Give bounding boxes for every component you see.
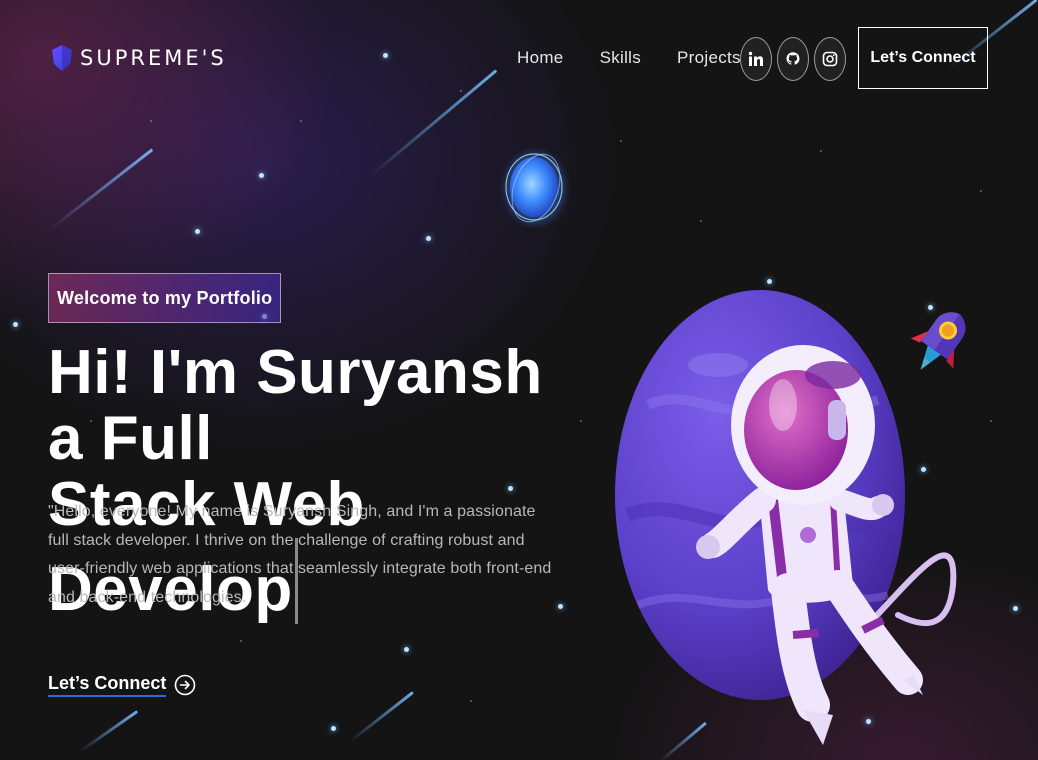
linkedin-icon bbox=[748, 51, 763, 66]
instagram-icon bbox=[822, 51, 838, 67]
tagline-badge: Welcome to my Portfolio bbox=[48, 273, 282, 323]
nav-link-skills[interactable]: Skills bbox=[600, 48, 641, 68]
star bbox=[1013, 606, 1018, 611]
main-nav: Home Skills Projects bbox=[517, 48, 741, 68]
star bbox=[767, 279, 772, 284]
star bbox=[426, 236, 431, 241]
star bbox=[383, 53, 388, 58]
dust bbox=[150, 120, 152, 122]
dust bbox=[980, 190, 982, 192]
dust bbox=[240, 640, 242, 642]
star bbox=[259, 173, 264, 178]
nav-link-home[interactable]: Home bbox=[517, 48, 564, 68]
brand-name: SUPREME'S bbox=[80, 46, 227, 70]
github-icon bbox=[786, 52, 800, 65]
dust bbox=[820, 150, 822, 152]
github-link[interactable] bbox=[777, 37, 809, 81]
dust bbox=[700, 220, 702, 222]
hero-banner: SUPREME'S Home Skills Projects Let’s Con… bbox=[0, 0, 1038, 760]
instagram-link[interactable] bbox=[814, 37, 846, 81]
connect-button[interactable]: Let’s Connect bbox=[858, 27, 988, 89]
dust bbox=[990, 420, 992, 422]
shooting-star bbox=[349, 691, 414, 743]
intro-paragraph: "Hello, everyone! My name is Suryansh Si… bbox=[48, 503, 552, 606]
glowing-orb-icon bbox=[505, 152, 565, 224]
shield-logo-icon bbox=[52, 45, 72, 71]
arrow-right-circle-icon bbox=[175, 674, 196, 696]
social-links bbox=[740, 37, 846, 81]
lets-connect-link[interactable]: Let’s Connect bbox=[48, 673, 196, 697]
cta-label: Let’s Connect bbox=[48, 673, 167, 697]
astronaut-planet-illustration bbox=[615, 290, 957, 745]
star bbox=[195, 229, 200, 234]
star bbox=[13, 322, 18, 327]
dust bbox=[620, 140, 622, 142]
nav-link-projects[interactable]: Projects bbox=[677, 48, 741, 68]
dust bbox=[300, 120, 302, 122]
star bbox=[331, 726, 336, 731]
linkedin-link[interactable] bbox=[740, 37, 772, 81]
star bbox=[404, 647, 409, 652]
shooting-star bbox=[79, 710, 139, 753]
headline-line-1: Hi! I'm Suryansh a Full bbox=[48, 338, 543, 473]
shooting-star bbox=[49, 148, 154, 231]
brand-logo[interactable]: SUPREME'S bbox=[50, 44, 227, 72]
dust bbox=[470, 700, 472, 702]
dust bbox=[460, 90, 462, 92]
shooting-star bbox=[369, 69, 498, 178]
